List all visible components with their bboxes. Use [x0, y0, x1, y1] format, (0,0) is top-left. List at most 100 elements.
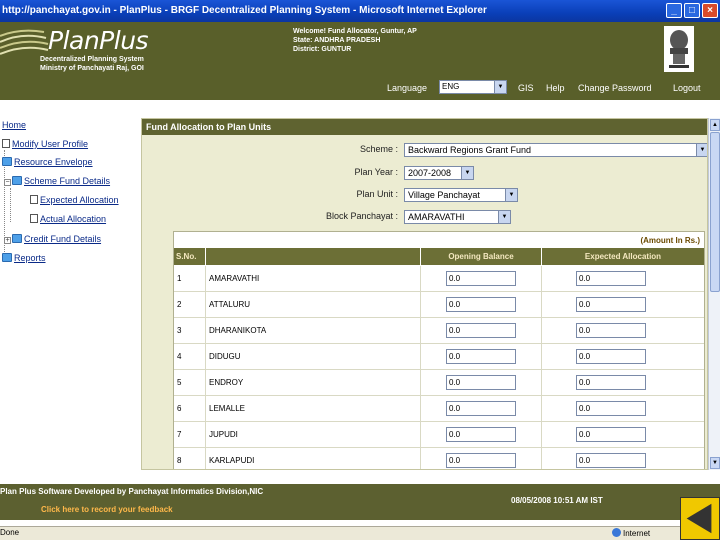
opening-balance-input[interactable]: 0.0: [446, 427, 516, 442]
cell-sno: 7: [174, 422, 206, 447]
gis-link[interactable]: GIS: [518, 83, 534, 93]
expected-allocation-input[interactable]: 0.0: [576, 375, 646, 390]
scheme-label: Scheme :: [359, 144, 398, 154]
cell-panchayat-name: DIDUGU: [206, 344, 421, 369]
expected-allocation-input[interactable]: 0.0: [576, 453, 646, 468]
nav-resource-envelope-label: Resource Envelope: [14, 157, 93, 167]
col-expected-allocation: Expected Allocation: [584, 252, 662, 261]
logout-link[interactable]: Logout: [673, 83, 701, 93]
table-row: 6 LEMALLE 0.0 0.0: [174, 396, 704, 422]
chevron-down-icon[interactable]: ▼: [494, 81, 506, 93]
opening-balance-input[interactable]: 0.0: [446, 323, 516, 338]
plan-unit-value: Village Panchayat: [408, 190, 480, 200]
scheme-select[interactable]: Backward Regions Grant Fund ▼: [404, 143, 707, 157]
page-icon: [30, 214, 38, 223]
block-panchayat-label: Block Panchayat :: [325, 211, 398, 221]
change-password-link[interactable]: Change Password: [578, 83, 652, 93]
vertical-scrollbar[interactable]: ▲ ▼: [708, 118, 720, 470]
expected-allocation-input[interactable]: 0.0: [576, 297, 646, 312]
nav-reports-label: Reports: [14, 253, 46, 263]
nav-reports[interactable]: Reports: [2, 253, 46, 263]
expand-icon[interactable]: +: [4, 237, 11, 244]
collapse-icon[interactable]: −: [4, 179, 11, 186]
opening-balance-input[interactable]: 0.0: [446, 349, 516, 364]
opening-balance-input[interactable]: 0.0: [446, 271, 516, 286]
nav-expected-allocation[interactable]: Expected Allocation: [30, 195, 119, 205]
opening-balance-input[interactable]: 0.0: [446, 453, 516, 468]
cell-panchayat-name: KARLAPUDI: [206, 448, 421, 469]
cell-expected: 0.0: [542, 448, 704, 469]
fund-allocation-panel: Fund Allocation to Plan Units Scheme : B…: [141, 118, 708, 470]
col-name: [206, 248, 421, 265]
allocation-table: (Amount In Rs.) S.No. Opening Balance Ex…: [173, 231, 705, 469]
minimize-button[interactable]: _: [666, 3, 682, 18]
language-label: Language: [387, 83, 428, 93]
window-title-bar: http://panchayat.gov.in - PlanPlus - BRG…: [0, 0, 720, 22]
nav-home[interactable]: Home: [2, 120, 26, 130]
close-button[interactable]: ×: [702, 3, 718, 18]
feedback-link[interactable]: Click here to record your feedback: [41, 505, 173, 514]
plan-year-select[interactable]: 2007-2008 ▼: [404, 166, 474, 180]
cell-panchayat-name: AMARAVATHI: [206, 266, 421, 291]
expected-allocation-input[interactable]: 0.0: [576, 427, 646, 442]
nav-resource-envelope[interactable]: Resource Envelope: [2, 157, 93, 167]
cell-panchayat-name: LEMALLE: [206, 396, 421, 421]
page-icon: [2, 139, 10, 148]
cell-panchayat-name: ATTALURU: [206, 292, 421, 317]
cell-panchayat-name: ENDROY: [206, 370, 421, 395]
maximize-button[interactable]: □: [684, 3, 700, 18]
opening-balance-input[interactable]: 0.0: [446, 401, 516, 416]
welcome-info: Welcome! Fund Allocator, Guntur, AP Stat…: [293, 27, 417, 54]
chevron-down-icon[interactable]: ▼: [498, 211, 510, 223]
expected-allocation-input[interactable]: 0.0: [576, 271, 646, 286]
back-arrow-icon[interactable]: [680, 497, 720, 540]
chevron-down-icon[interactable]: ▼: [696, 144, 707, 156]
folder-icon: [2, 253, 12, 262]
expected-allocation-input[interactable]: 0.0: [576, 349, 646, 364]
language-select[interactable]: ENG ▼: [439, 80, 507, 94]
cell-sno: 4: [174, 344, 206, 369]
cell-expected: 0.0: [542, 266, 704, 291]
plan-unit-select[interactable]: Village Panchayat ▼: [404, 188, 518, 202]
scheme-value: Backward Regions Grant Fund: [408, 145, 532, 155]
nav-scheme-fund-details[interactable]: − Scheme Fund Details: [4, 176, 110, 186]
chevron-down-icon[interactable]: ▼: [461, 167, 473, 179]
planplus-logo: PlanPlus: [48, 26, 149, 55]
status-done: Done: [0, 528, 20, 537]
scroll-thumb[interactable]: [710, 132, 720, 292]
plan-unit-label: Plan Unit :: [356, 189, 398, 199]
opening-balance-input[interactable]: 0.0: [446, 375, 516, 390]
top-menu: Language ENG ▼ GIS Help Change Password …: [0, 76, 720, 100]
folder-icon: [12, 234, 22, 243]
expected-allocation-input[interactable]: 0.0: [576, 401, 646, 416]
internet-zone: Internet: [612, 528, 650, 538]
amount-unit-note: (Amount In Rs.): [640, 236, 700, 245]
site-header: PlanPlus Decentralized Planning System M…: [0, 22, 720, 76]
cell-opening: 0.0: [421, 318, 542, 343]
cell-opening: 0.0: [421, 422, 542, 447]
scroll-up-icon[interactable]: ▲: [710, 119, 720, 131]
cell-opening: 0.0: [421, 370, 542, 395]
cell-sno: 1: [174, 266, 206, 291]
nav-actual-allocation[interactable]: Actual Allocation: [30, 214, 106, 224]
welcome-user: Welcome! Fund Allocator, Guntur, AP: [293, 28, 417, 35]
language-value: ENG: [442, 82, 460, 91]
national-emblem-icon: [664, 26, 694, 72]
opening-balance-input[interactable]: 0.0: [446, 297, 516, 312]
folder-icon: [12, 176, 22, 185]
scroll-down-icon[interactable]: ▼: [710, 457, 720, 469]
nav-credit-fund-details[interactable]: + Credit Fund Details: [4, 234, 101, 244]
panel-title: Fund Allocation to Plan Units: [142, 119, 707, 135]
expected-allocation-input[interactable]: 0.0: [576, 323, 646, 338]
cell-expected: 0.0: [542, 292, 704, 317]
help-link[interactable]: Help: [546, 83, 565, 93]
nav-modify-profile[interactable]: Modify User Profile: [2, 139, 88, 149]
cell-sno: 3: [174, 318, 206, 343]
table-header: S.No. Opening Balance Expected Allocatio…: [174, 248, 704, 265]
page-icon: [30, 195, 38, 204]
chevron-down-icon[interactable]: ▼: [505, 189, 517, 201]
nav-actual-allocation-label: Actual Allocation: [40, 214, 107, 224]
block-panchayat-value: AMARAVATHI: [408, 212, 465, 222]
cell-expected: 0.0: [542, 344, 704, 369]
block-panchayat-select[interactable]: AMARAVATHI ▼: [404, 210, 511, 224]
